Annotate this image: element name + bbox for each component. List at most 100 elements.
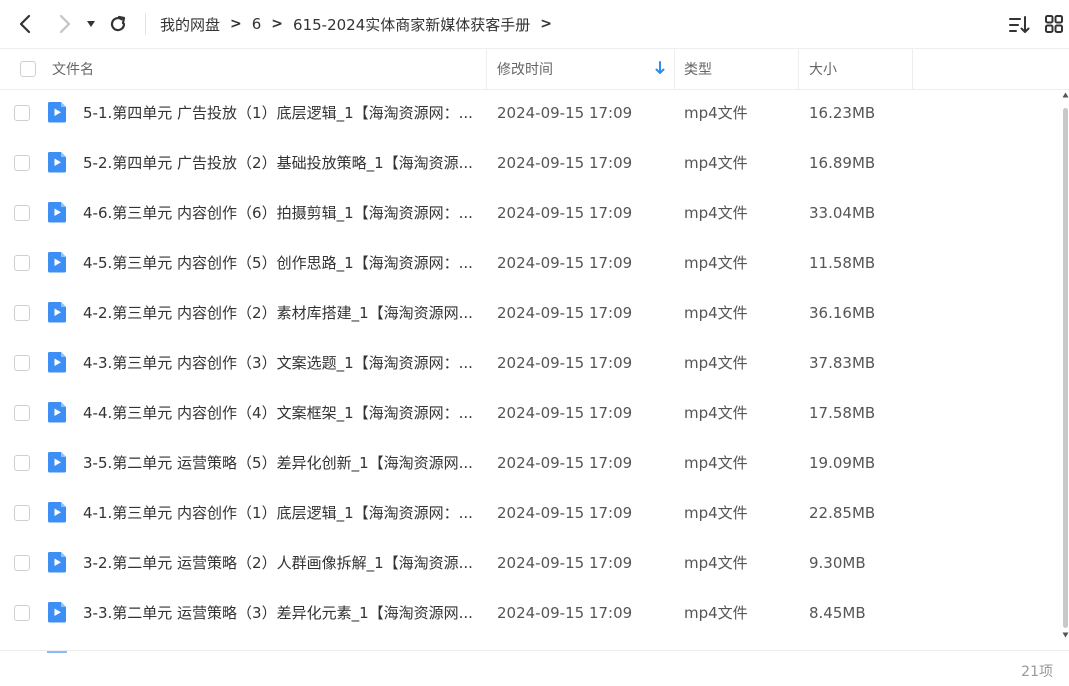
column-modified-label: 修改时间 xyxy=(497,62,553,78)
column-divider[interactable] xyxy=(486,49,487,89)
file-name[interactable]: 3-5.第二单元 运营策略（5）差异化创新_1【海淘资源网... xyxy=(83,438,475,488)
item-count: 21项 xyxy=(1021,664,1053,680)
file-row[interactable]: 4-4.第三单元 内容创作（4）文案框架_1【海淘资源网：... 2024-09… xyxy=(0,388,1062,438)
file-type: mp4文件 xyxy=(684,504,748,522)
row-checkbox[interactable] xyxy=(14,305,30,321)
row-checkbox[interactable] xyxy=(14,455,30,471)
row-checkbox[interactable] xyxy=(14,355,30,371)
file-type: mp4文件 xyxy=(684,154,748,172)
file-row[interactable]: 3-5.第二单元 运营策略（5）差异化创新_1【海淘资源网... 2024-09… xyxy=(0,438,1062,488)
file-modified-date: 2024-09-15 17:09 xyxy=(497,504,633,522)
column-name-label: 文件名 xyxy=(52,62,94,78)
file-modified-date: 2024-09-15 17:09 xyxy=(497,454,633,472)
video-file-icon xyxy=(47,151,67,173)
file-row[interactable]: 4-3.第三单元 内容创作（3）文案选题_1【海淘资源网：... 2024-09… xyxy=(0,338,1062,388)
video-file-icon xyxy=(47,101,67,123)
row-checkbox[interactable] xyxy=(14,555,30,571)
file-row[interactable]: 4-1.第三单元 内容创作（1）底层逻辑_1【海淘资源网：... 2024-09… xyxy=(0,488,1062,538)
file-type: mp4文件 xyxy=(684,404,748,422)
file-name[interactable]: 3-3.第二单元 运营策略（3）差异化元素_1【海淘资源网... xyxy=(83,588,475,638)
file-name[interactable]: 4-2.第三单元 内容创作（2）素材库搭建_1【海淘资源网... xyxy=(83,288,475,338)
column-name-header[interactable]: 文件名 xyxy=(52,49,482,89)
breadcrumb-expand-icon[interactable]: > xyxy=(540,16,552,32)
scrollbar-thumb[interactable] xyxy=(1063,108,1068,628)
column-modified-header[interactable]: 修改时间 xyxy=(497,49,672,89)
file-name[interactable]: 3-2.第二单元 运营策略（2）人群画像拆解_1【海淘资源... xyxy=(83,538,475,588)
file-name[interactable]: 5-1.第四单元 广告投放（1）底层逻辑_1【海淘资源网：... xyxy=(83,88,475,138)
video-file-icon xyxy=(47,451,67,473)
file-row[interactable]: 3-3.第二单元 运营策略（3）差异化元素_1【海淘资源网... 2024-09… xyxy=(0,588,1062,638)
video-file-icon xyxy=(47,501,67,523)
file-row[interactable]: 4-2.第三单元 内容创作（2）素材库搭建_1【海淘资源网... 2024-09… xyxy=(0,288,1062,338)
history-dropdown-button[interactable] xyxy=(80,10,102,38)
file-size: 22.85MB xyxy=(809,504,876,522)
column-divider[interactable] xyxy=(798,49,799,89)
refresh-icon xyxy=(110,15,126,32)
row-checkbox[interactable] xyxy=(14,605,30,621)
file-size: 16.89MB xyxy=(809,154,876,172)
column-divider[interactable] xyxy=(674,49,675,89)
file-name[interactable]: 4-1.第三单元 内容创作（1）底层逻辑_1【海淘资源网：... xyxy=(83,488,475,538)
refresh-button[interactable] xyxy=(104,10,132,38)
toolbar: 我的网盘 > 6 > 615-2024实体商家新媒体获客手册 > xyxy=(0,0,1069,48)
file-row[interactable]: 5-2.第四单元 广告投放（2）基础投放策略_1【海淘资源... 2024-09… xyxy=(0,138,1062,188)
file-size: 17.58MB xyxy=(809,404,876,422)
status-bar: 21项 xyxy=(0,650,1069,686)
sort-descending-icon xyxy=(655,61,665,74)
file-modified-date: 2024-09-15 17:09 xyxy=(497,304,633,322)
file-size: 11.58MB xyxy=(809,254,876,272)
file-row[interactable]: 4-6.第三单元 内容创作（6）拍摄剪辑_1【海淘资源网：... 2024-09… xyxy=(0,188,1062,238)
breadcrumb-item-current[interactable]: 615-2024实体商家新媒体获客手册 xyxy=(293,14,530,35)
sort-button[interactable] xyxy=(1008,14,1030,36)
row-checkbox[interactable] xyxy=(14,105,30,121)
file-modified-date: 2024-09-15 17:09 xyxy=(497,554,633,572)
file-type: mp4文件 xyxy=(684,104,748,122)
breadcrumb-item-root[interactable]: 我的网盘 xyxy=(160,14,220,35)
row-checkbox[interactable] xyxy=(14,205,30,221)
back-button[interactable] xyxy=(12,10,40,38)
video-file-icon xyxy=(47,351,67,373)
file-name[interactable]: 4-4.第三单元 内容创作（4）文案框架_1【海淘资源网：... xyxy=(83,388,475,438)
file-modified-date: 2024-09-15 17:09 xyxy=(497,354,633,372)
row-checkbox[interactable] xyxy=(14,155,30,171)
scroll-up-icon[interactable] xyxy=(1062,92,1069,98)
file-name[interactable]: 4-5.第三单元 内容创作（5）创作思路_1【海淘资源网：... xyxy=(83,238,475,288)
video-file-icon xyxy=(47,301,67,323)
row-checkbox[interactable] xyxy=(14,505,30,521)
file-type: mp4文件 xyxy=(684,254,748,272)
video-file-icon xyxy=(47,251,67,273)
column-size-header[interactable]: 大小 xyxy=(809,49,909,89)
grid-view-button[interactable] xyxy=(1044,14,1066,36)
breadcrumb: 我的网盘 > 6 > 615-2024实体商家新媒体获客手册 > xyxy=(145,0,562,48)
file-type: mp4文件 xyxy=(684,554,748,572)
file-size: 16.23MB xyxy=(809,104,876,122)
column-type-header[interactable]: 类型 xyxy=(684,49,794,89)
file-row[interactable]: 4-5.第三单元 内容创作（5）创作思路_1【海淘资源网：... 2024-09… xyxy=(0,238,1062,288)
video-file-icon xyxy=(47,401,67,423)
file-type: mp4文件 xyxy=(684,604,748,622)
file-size: 33.04MB xyxy=(809,204,876,222)
file-row[interactable]: 3-2.第二单元 运营策略（2）人群画像拆解_1【海淘资源... 2024-09… xyxy=(0,538,1062,588)
file-modified-date: 2024-09-15 17:09 xyxy=(497,104,633,122)
row-checkbox[interactable] xyxy=(14,405,30,421)
select-all-checkbox[interactable] xyxy=(20,61,36,77)
forward-button[interactable] xyxy=(50,10,78,38)
file-row[interactable]: 5-1.第四单元 广告投放（1）底层逻辑_1【海淘资源网：... 2024-09… xyxy=(0,88,1062,138)
file-modified-date: 2024-09-15 17:09 xyxy=(497,154,633,172)
file-list: 5-1.第四单元 广告投放（1）底层逻辑_1【海淘资源网：... 2024-09… xyxy=(0,88,1062,650)
toolbar-divider xyxy=(145,13,146,35)
chevron-right-icon xyxy=(59,14,71,34)
file-name[interactable]: 4-3.第三单元 内容创作（3）文案选题_1【海淘资源网：... xyxy=(83,338,475,388)
file-modified-date: 2024-09-15 17:09 xyxy=(497,204,633,222)
row-checkbox[interactable] xyxy=(14,255,30,271)
scroll-down-icon[interactable] xyxy=(1062,632,1069,638)
column-divider[interactable] xyxy=(912,49,913,89)
scrollbar[interactable] xyxy=(1062,88,1069,650)
file-size: 8.45MB xyxy=(809,604,866,622)
breadcrumb-item-folder[interactable]: 6 xyxy=(252,15,262,33)
file-name[interactable]: 4-6.第三单元 内容创作（6）拍摄剪辑_1【海淘资源网：... xyxy=(83,188,475,238)
file-modified-date: 2024-09-15 17:09 xyxy=(497,404,633,422)
file-type: mp4文件 xyxy=(684,454,748,472)
video-file-icon xyxy=(47,601,67,623)
file-name[interactable]: 5-2.第四单元 广告投放（2）基础投放策略_1【海淘资源... xyxy=(83,138,475,188)
